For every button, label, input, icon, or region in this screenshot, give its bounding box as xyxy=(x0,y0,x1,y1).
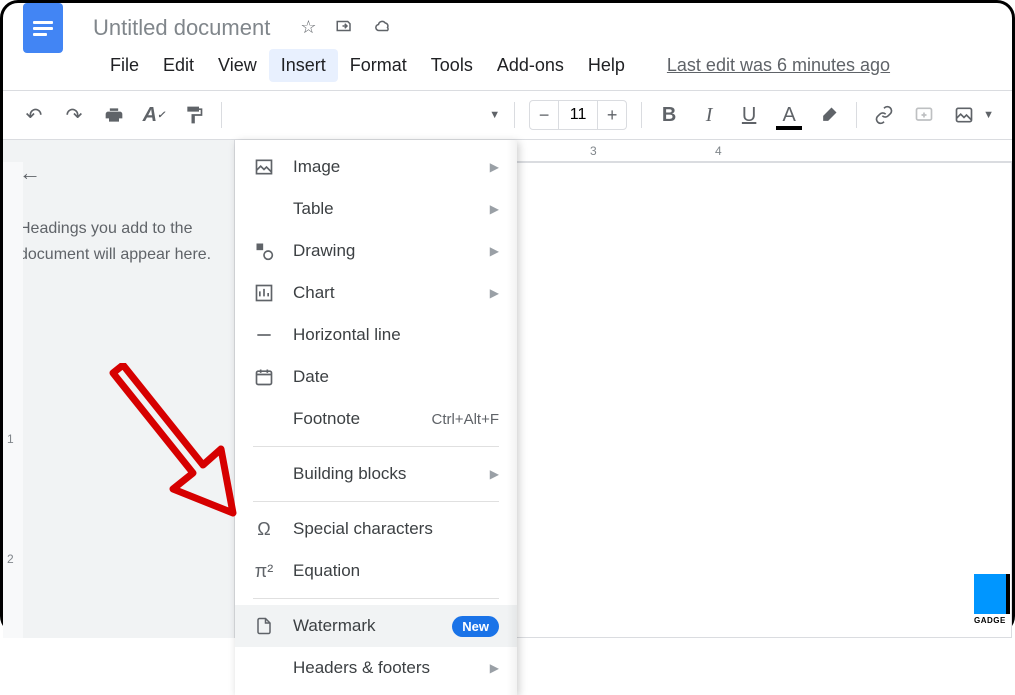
menu-label: Building blocks xyxy=(293,464,490,484)
highlight-icon[interactable] xyxy=(816,102,842,128)
menu-label: Drawing xyxy=(293,241,490,261)
image-insert-icon[interactable] xyxy=(951,102,977,128)
horizontal-line-icon xyxy=(253,324,275,346)
insert-horizontal-line[interactable]: Horizontal line xyxy=(235,314,517,356)
footnote-icon xyxy=(253,408,275,430)
toolbar: ↶ ↷ A✓ ▼ − + B I U A ▼ xyxy=(3,90,1012,140)
comment-icon[interactable] xyxy=(911,102,937,128)
redo-icon[interactable]: ↷ xyxy=(61,102,87,128)
chart-icon xyxy=(253,282,275,304)
separator xyxy=(641,102,642,128)
image-icon xyxy=(253,156,275,178)
insert-special-characters[interactable]: Ω Special characters xyxy=(235,508,517,550)
menu-tools[interactable]: Tools xyxy=(419,49,485,82)
last-edit-link[interactable]: Last edit was 6 minutes ago xyxy=(667,55,890,76)
link-icon[interactable] xyxy=(871,102,897,128)
outline-panel: ← Headings you add to the document will … xyxy=(3,140,235,638)
chevron-right-icon: ▶ xyxy=(490,202,499,216)
menu-separator xyxy=(253,446,499,447)
menu-edit[interactable]: Edit xyxy=(151,49,206,82)
ruler-tick: 1 xyxy=(7,432,14,446)
building-blocks-icon xyxy=(253,463,275,485)
insert-image[interactable]: Image ▶ xyxy=(235,146,517,188)
document-title[interactable]: Untitled document xyxy=(93,15,270,41)
docs-logo-icon[interactable] xyxy=(23,3,63,53)
chevron-right-icon: ▶ xyxy=(490,160,499,174)
image-dropdown-icon[interactable]: ▼ xyxy=(983,109,994,121)
spellcheck-icon[interactable]: A✓ xyxy=(141,102,167,128)
insert-chart[interactable]: Chart ▶ xyxy=(235,272,517,314)
chevron-right-icon: ▶ xyxy=(490,244,499,258)
separator xyxy=(856,102,857,128)
workspace: ← Headings you add to the document will … xyxy=(3,140,1012,638)
insert-table[interactable]: Table ▶ xyxy=(235,188,517,230)
title-bar: Untitled document ☆ xyxy=(3,3,1012,43)
menu-help[interactable]: Help xyxy=(576,49,637,82)
chevron-right-icon: ▶ xyxy=(490,467,499,481)
cloud-status-icon[interactable] xyxy=(372,17,394,40)
new-badge: New xyxy=(452,616,499,637)
back-arrow-icon[interactable]: ← xyxy=(19,160,218,186)
omega-icon: Ω xyxy=(253,518,275,540)
watermark-logo-text: GADGE xyxy=(974,616,1006,625)
text-color-icon[interactable]: A xyxy=(776,102,802,128)
italic-icon[interactable]: I xyxy=(696,102,722,128)
insert-menu: Image ▶ Table ▶ Drawing ▶ Chart ▶ Horizo… xyxy=(235,140,517,695)
star-icon[interactable]: ☆ xyxy=(300,17,316,40)
font-size-input[interactable] xyxy=(558,101,598,129)
insert-headers-footers[interactable]: Headers & footers ▶ xyxy=(235,647,517,689)
menu-label: Date xyxy=(293,367,499,387)
watermark-logo: GADGE xyxy=(974,574,1006,625)
menu-label: Special characters xyxy=(293,519,499,539)
insert-drawing[interactable]: Drawing ▶ xyxy=(235,230,517,272)
font-size-stepper[interactable]: − + xyxy=(529,100,627,130)
menu-bar: File Edit View Insert Format Tools Add-o… xyxy=(3,43,1012,90)
insert-equation[interactable]: π² Equation xyxy=(235,550,517,592)
menu-separator xyxy=(253,598,499,599)
ruler-tick: 3 xyxy=(590,144,597,158)
menu-label: Image xyxy=(293,157,490,177)
font-size-plus[interactable]: + xyxy=(598,101,626,129)
menu-insert[interactable]: Insert xyxy=(269,49,338,82)
menu-separator xyxy=(253,501,499,502)
print-icon[interactable] xyxy=(101,102,127,128)
ruler-tick: 4 xyxy=(715,144,722,158)
menu-view[interactable]: View xyxy=(206,49,269,82)
menu-format[interactable]: Format xyxy=(338,49,419,82)
separator xyxy=(514,102,515,128)
move-icon[interactable] xyxy=(334,17,354,40)
menu-label: Equation xyxy=(293,561,499,581)
equation-icon: π² xyxy=(253,560,275,582)
insert-footnote[interactable]: Footnote Ctrl+Alt+F xyxy=(235,398,517,440)
undo-icon[interactable]: ↶ xyxy=(21,102,47,128)
menu-label: Watermark xyxy=(293,616,452,636)
menu-addons[interactable]: Add-ons xyxy=(485,49,576,82)
font-dropdown-icon[interactable]: ▼ xyxy=(489,109,500,121)
title-actions: ☆ xyxy=(300,17,394,40)
menu-label: Headers & footers xyxy=(293,658,490,678)
underline-icon[interactable]: U xyxy=(736,102,762,128)
outline-placeholder-text: Headings you add to the document will ap… xyxy=(19,216,218,267)
chevron-right-icon: ▶ xyxy=(490,661,499,675)
font-size-minus[interactable]: − xyxy=(530,101,558,129)
headers-footers-icon xyxy=(253,657,275,679)
menu-label: Horizontal line xyxy=(293,325,499,345)
separator xyxy=(221,102,222,128)
insert-date[interactable]: Date xyxy=(235,356,517,398)
bold-icon[interactable]: B xyxy=(656,102,682,128)
ruler-tick: 2 xyxy=(7,552,14,566)
insert-building-blocks[interactable]: Building blocks ▶ xyxy=(235,453,517,495)
menu-shortcut: Ctrl+Alt+F xyxy=(431,411,499,428)
menu-label: Table xyxy=(293,199,490,219)
date-icon xyxy=(253,366,275,388)
table-icon xyxy=(253,198,275,220)
insert-watermark[interactable]: Watermark New xyxy=(235,605,517,647)
menu-label: Footnote xyxy=(293,409,431,429)
drawing-icon xyxy=(253,240,275,262)
paint-format-icon[interactable] xyxy=(181,102,207,128)
chevron-right-icon: ▶ xyxy=(490,286,499,300)
vertical-ruler[interactable]: 1 2 xyxy=(3,162,23,638)
menu-label: Chart xyxy=(293,283,490,303)
menu-file[interactable]: File xyxy=(98,49,151,82)
